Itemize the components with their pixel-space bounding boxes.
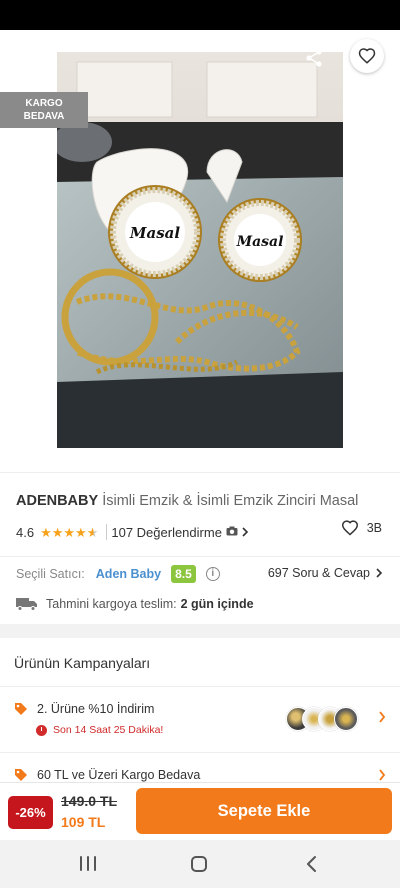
status-bar xyxy=(0,0,400,30)
camera-icon xyxy=(226,526,238,539)
system-nav-bar xyxy=(0,840,400,888)
product-name: İsimli Emzik & İsimli Emzik Zinciri Masa… xyxy=(102,493,359,509)
share-button[interactable] xyxy=(298,42,330,74)
seller-name-link[interactable]: Aden Baby xyxy=(96,567,161,581)
heart-outline-icon xyxy=(358,48,376,64)
countdown-text: Son 14 Saat 25 Dakika! xyxy=(53,724,164,736)
divider xyxy=(0,686,400,687)
product-image-gallery[interactable]: Masal Masal KARGO BEDAVA xyxy=(0,30,400,472)
badge-line2: BEDAVA xyxy=(23,111,65,122)
divider xyxy=(0,752,400,753)
divider xyxy=(106,524,108,540)
favorite-button[interactable] xyxy=(350,39,384,73)
campaigns-title: Ürünün Kampanyaları xyxy=(14,655,151,671)
product-info: ADENBABY İsimli Emzik & İsimli Emzik Zin… xyxy=(0,472,400,624)
back-button[interactable] xyxy=(12,42,44,74)
recent-apps-button[interactable] xyxy=(80,856,96,871)
rating-row[interactable]: 4.6 ★ ★ ★ ★ ★ 107 Değerlendirme xyxy=(16,522,386,542)
star-icon: ★ xyxy=(51,524,64,540)
campaigns-section: Ürünün Kampanyaları 2. Ürüne %10 İndirim… xyxy=(0,638,400,782)
pacifier-photo: Masal Masal xyxy=(57,52,343,448)
campaign-countdown: Son 14 Saat 25 Dakika! xyxy=(36,724,163,736)
purchase-bar: -26% 149.0 TL 109 TL Sepete Ekle xyxy=(0,782,400,840)
delivery-label: Tahmini kargoya teslim: xyxy=(46,597,177,611)
review-count[interactable]: 107 Değerlendirme xyxy=(111,525,222,540)
rating-stars: ★ ★ ★ ★ ★ xyxy=(40,526,98,539)
rating-value: 4.6 xyxy=(16,524,35,540)
heart-outline-icon xyxy=(341,520,358,536)
add-to-cart-button[interactable]: Sepete Ekle xyxy=(136,788,392,834)
product-photo[interactable]: Masal Masal xyxy=(57,52,343,448)
pacifier-name-right: Masal xyxy=(236,234,284,250)
chevron-right-icon xyxy=(376,568,383,578)
qa-link[interactable]: 697 Soru & Cevap xyxy=(268,566,384,580)
campaign-label: 2. Ürüne %10 İndirim xyxy=(37,702,155,716)
recent-apps-icon xyxy=(80,856,82,871)
truck-icon xyxy=(16,598,37,611)
badge-line1: KARGO xyxy=(25,98,63,109)
campaign-label: 60 TL ve Üzeri Kargo Bedava xyxy=(37,768,201,782)
section-divider xyxy=(0,624,400,638)
tag-icon xyxy=(15,703,27,715)
clock-icon xyxy=(36,724,47,736)
star-icon: ★ xyxy=(40,524,52,540)
share-icon xyxy=(306,49,322,67)
current-price: 109 TL xyxy=(61,814,106,830)
like-count: 3B xyxy=(366,521,382,535)
chevron-right-icon[interactable] xyxy=(378,768,386,782)
system-back-button[interactable] xyxy=(304,854,320,874)
tag-icon xyxy=(15,769,27,781)
product-thumbnail xyxy=(334,707,358,731)
seller-row: Seçili Satıcı: Aden Baby 8.5 i 697 Soru … xyxy=(0,556,400,590)
old-price: 149.0 TL xyxy=(61,793,118,809)
recent-apps-icon xyxy=(94,856,96,871)
brand-name[interactable]: ADENBABY xyxy=(16,493,98,509)
star-half-icon: ★ xyxy=(86,524,99,540)
arrow-left-icon xyxy=(20,51,36,65)
delivery-value: 2 gün içinde xyxy=(180,597,254,611)
delivery-estimate: Tahmini kargoya teslim: 2 gün içinde xyxy=(16,595,254,613)
campaign-item[interactable]: 2. Ürüne %10 İndirim xyxy=(14,702,154,716)
star-icon: ★ xyxy=(75,524,87,540)
free-shipping-badge: KARGO BEDAVA xyxy=(0,92,88,128)
campaign-item[interactable]: 60 TL ve Üzeri Kargo Bedava xyxy=(14,768,200,782)
info-icon[interactable]: i xyxy=(205,566,220,581)
seller-score-badge: 8.5 xyxy=(171,564,196,583)
recent-apps-icon xyxy=(87,856,89,871)
home-button[interactable] xyxy=(191,856,207,872)
pacifier-name-left: Masal xyxy=(129,224,180,242)
like-count-button[interactable]: 3B xyxy=(341,520,382,536)
discount-badge: -26% xyxy=(8,796,53,829)
chevron-right-icon[interactable] xyxy=(378,710,386,726)
seller-label: Seçili Satıcı: xyxy=(16,566,85,581)
qa-label: 697 Soru & Cevap xyxy=(267,566,370,580)
product-title: ADENBABY İsimli Emzik & İsimli Emzik Zin… xyxy=(16,491,386,511)
star-icon: ★ xyxy=(63,524,76,540)
chevron-right-icon xyxy=(241,525,249,540)
chevron-left-icon xyxy=(307,856,316,872)
campaign-product-thumbnails[interactable] xyxy=(286,707,366,733)
